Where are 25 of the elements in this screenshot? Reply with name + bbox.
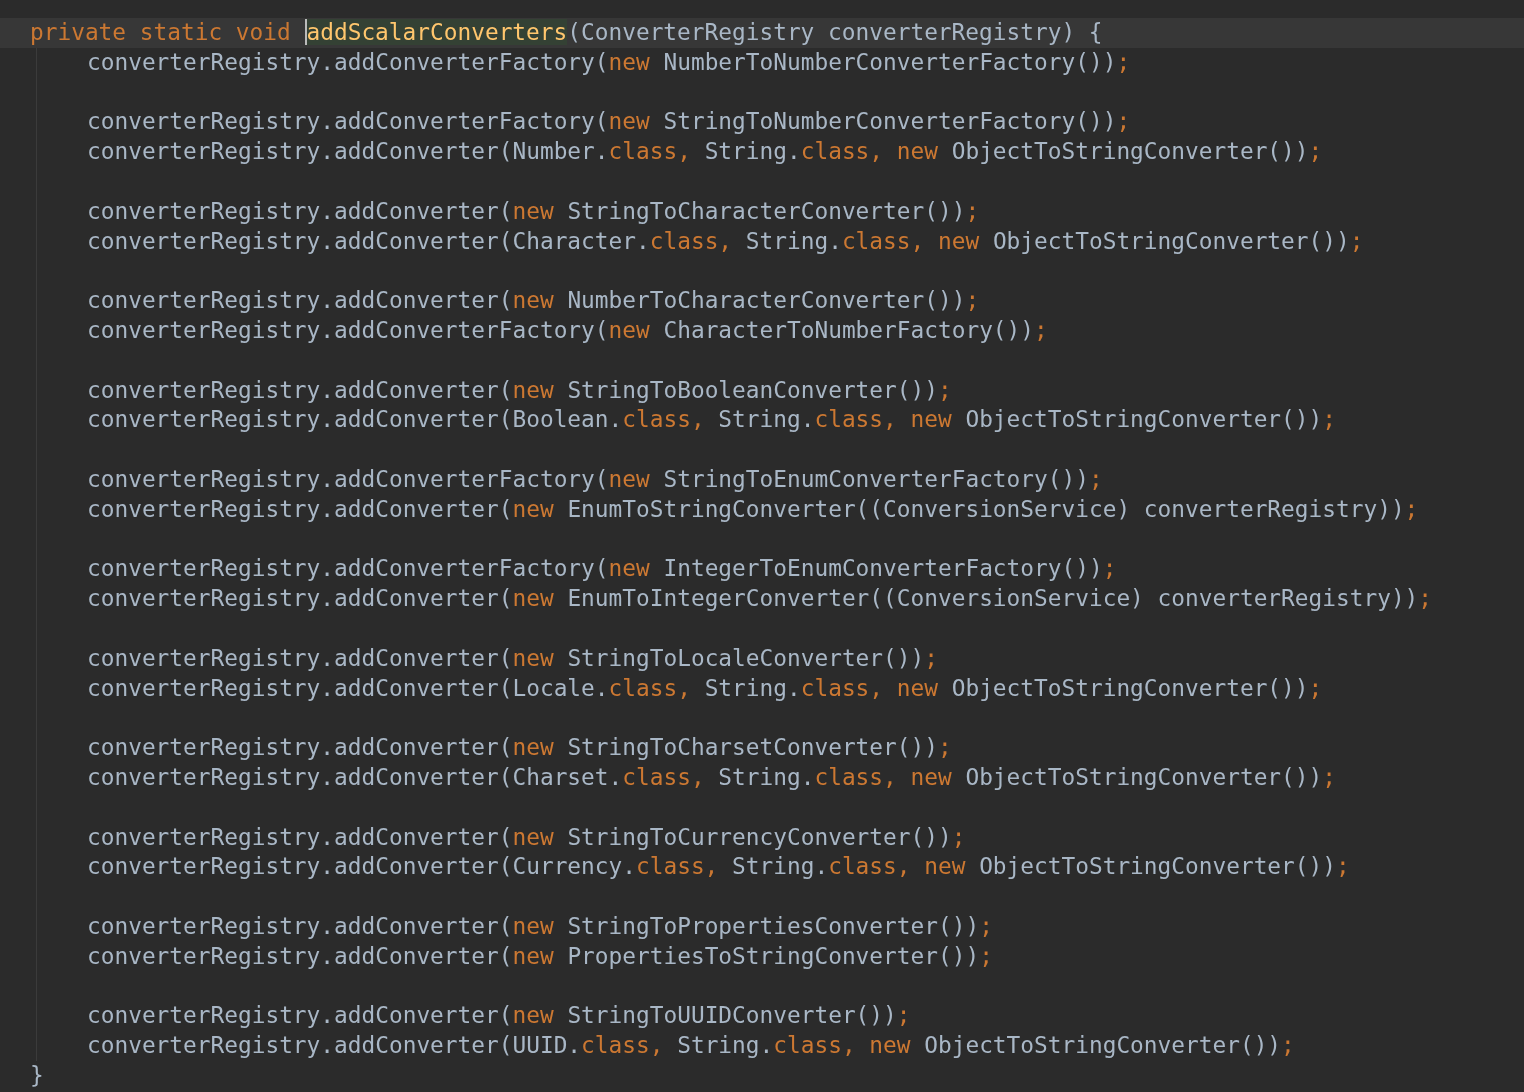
- code-line: converterRegistry.addConverterFactory(new CharacterToNumberFactory());: [87, 315, 1048, 345]
- code-line: converterRegistry.addConverter(new EnumToStringConverter((ConversionService) converterRegistry));: [87, 494, 1419, 524]
- code-line: converterRegistry.addConverter(new StringToCharacterConverter());: [87, 196, 980, 226]
- code-line: converterRegistry.addConverter(new EnumToIntegerConverter((ConversionService) converterRegistry));: [87, 584, 1433, 614]
- code-line: converterRegistry.addConverter(Charset.class, String.class, new ObjectToStringConverter());: [87, 762, 1336, 792]
- code-line: converterRegistry.addConverter(Currency.class, String.class, new ObjectToStringConverter());: [87, 852, 1350, 882]
- code-line: converterRegistry.addConverterFactory(new IntegerToEnumConverterFactory());: [87, 554, 1117, 584]
- code-line: converterRegistry.addConverter(Number.class, String.class, new ObjectToStringConverter());: [87, 137, 1323, 167]
- code-line: }: [30, 1060, 44, 1090]
- code-line: converterRegistry.addConverter(new StringToUUIDConverter());: [87, 1001, 911, 1031]
- code-line: converterRegistry.addConverterFactory(new StringToEnumConverterFactory());: [87, 464, 1103, 494]
- code-line: converterRegistry.addConverter(new StringToBooleanConverter());: [87, 375, 952, 405]
- code-line: converterRegistry.addConverter(new StringToCharsetConverter());: [87, 733, 952, 763]
- code-line: converterRegistry.addConverterFactory(new StringToNumberConverterFactory());: [87, 107, 1131, 137]
- code-line: private static void addScalarConverters(ConverterRegistry converterRegistry) {: [30, 18, 1103, 47]
- code-line: converterRegistry.addConverter(Locale.class, String.class, new ObjectToStringConverter());: [87, 673, 1323, 703]
- code-line: converterRegistry.addConverterFactory(new NumberToNumberConverterFactory());: [87, 47, 1131, 77]
- code-line: converterRegistry.addConverter(new StringToCurrencyConverter());: [87, 822, 966, 852]
- code-line: converterRegistry.addConverter(new StringToLocaleConverter());: [87, 643, 938, 673]
- code-line: converterRegistry.addConverter(Boolean.class, String.class, new ObjectToStringConverter());: [87, 405, 1336, 435]
- code-line: converterRegistry.addConverter(new PropertiesToStringConverter());: [87, 941, 993, 971]
- code-line: converterRegistry.addConverter(Character.class, String.class, new ObjectToStringConverter());: [87, 226, 1364, 256]
- code-line: converterRegistry.addConverter(new StringToPropertiesConverter());: [87, 911, 993, 941]
- code-line: converterRegistry.addConverter(new NumberToCharacterConverter());: [87, 286, 980, 316]
- code-line: converterRegistry.addConverter(UUID.class, String.class, new ObjectToStringConverter());: [87, 1031, 1295, 1061]
